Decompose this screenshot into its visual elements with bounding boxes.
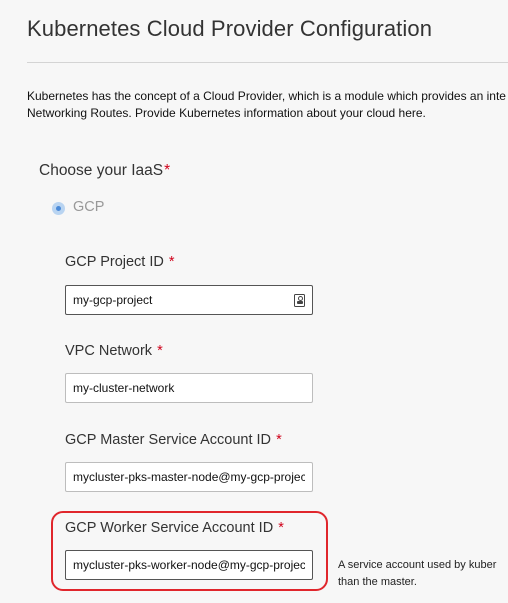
required-marker: * — [164, 162, 171, 179]
project-id-value: my-gcp-project — [73, 293, 153, 307]
description-line-1: Kubernetes has the concept of a Cloud Pr… — [27, 89, 506, 103]
project-id-input[interactable]: my-gcp-project — [65, 285, 313, 315]
description-line-2: Networking Routes. Provide Kubernetes in… — [27, 106, 426, 120]
project-id-label-text: GCP Project ID — [65, 254, 164, 270]
required-marker: * — [276, 432, 282, 448]
worker-sa-value: mycluster-pks-worker-node@my-gcp-project — [73, 558, 305, 572]
worker-sa-help-line-2: than the master. — [338, 576, 417, 588]
worker-sa-help: A service account used by kuber than the… — [338, 557, 496, 591]
iaas-label-text: Choose your IaaS — [39, 162, 164, 179]
worker-sa-label-text: GCP Worker Service Account ID — [65, 520, 274, 536]
vpc-network-value: my-cluster-network — [73, 381, 175, 395]
vpc-network-label-text: VPC Network — [65, 343, 153, 359]
iaas-section-label: Choose your IaaS* — [39, 162, 170, 180]
vpc-network-input[interactable]: my-cluster-network — [65, 373, 313, 403]
password-manager-icon[interactable] — [294, 293, 305, 307]
radio-label-gcp: GCP — [73, 198, 105, 215]
project-id-label: GCP Project ID * — [65, 254, 175, 270]
required-marker: * — [157, 343, 163, 359]
master-sa-label-text: GCP Master Service Account ID — [65, 432, 272, 448]
page-description: Kubernetes has the concept of a Cloud Pr… — [27, 88, 508, 122]
worker-sa-help-line-1: A service account used by kuber — [338, 559, 497, 571]
worker-sa-label: GCP Worker Service Account ID * — [65, 520, 284, 536]
radio-selected-icon[interactable] — [52, 202, 65, 215]
master-sa-value: mycluster-pks-master-node@my-gcp-project — [73, 470, 305, 484]
required-marker: * — [168, 254, 175, 270]
master-sa-label: GCP Master Service Account ID * — [65, 432, 282, 448]
page-title: Kubernetes Cloud Provider Configuration — [27, 16, 433, 41]
master-sa-input[interactable]: mycluster-pks-master-node@my-gcp-project — [65, 462, 313, 492]
title-divider — [27, 62, 508, 63]
worker-sa-input[interactable]: mycluster-pks-worker-node@my-gcp-project — [65, 550, 313, 580]
iaas-radio-gcp[interactable]: GCP — [52, 198, 104, 215]
required-marker: * — [278, 520, 284, 536]
vpc-network-label: VPC Network * — [65, 343, 163, 359]
